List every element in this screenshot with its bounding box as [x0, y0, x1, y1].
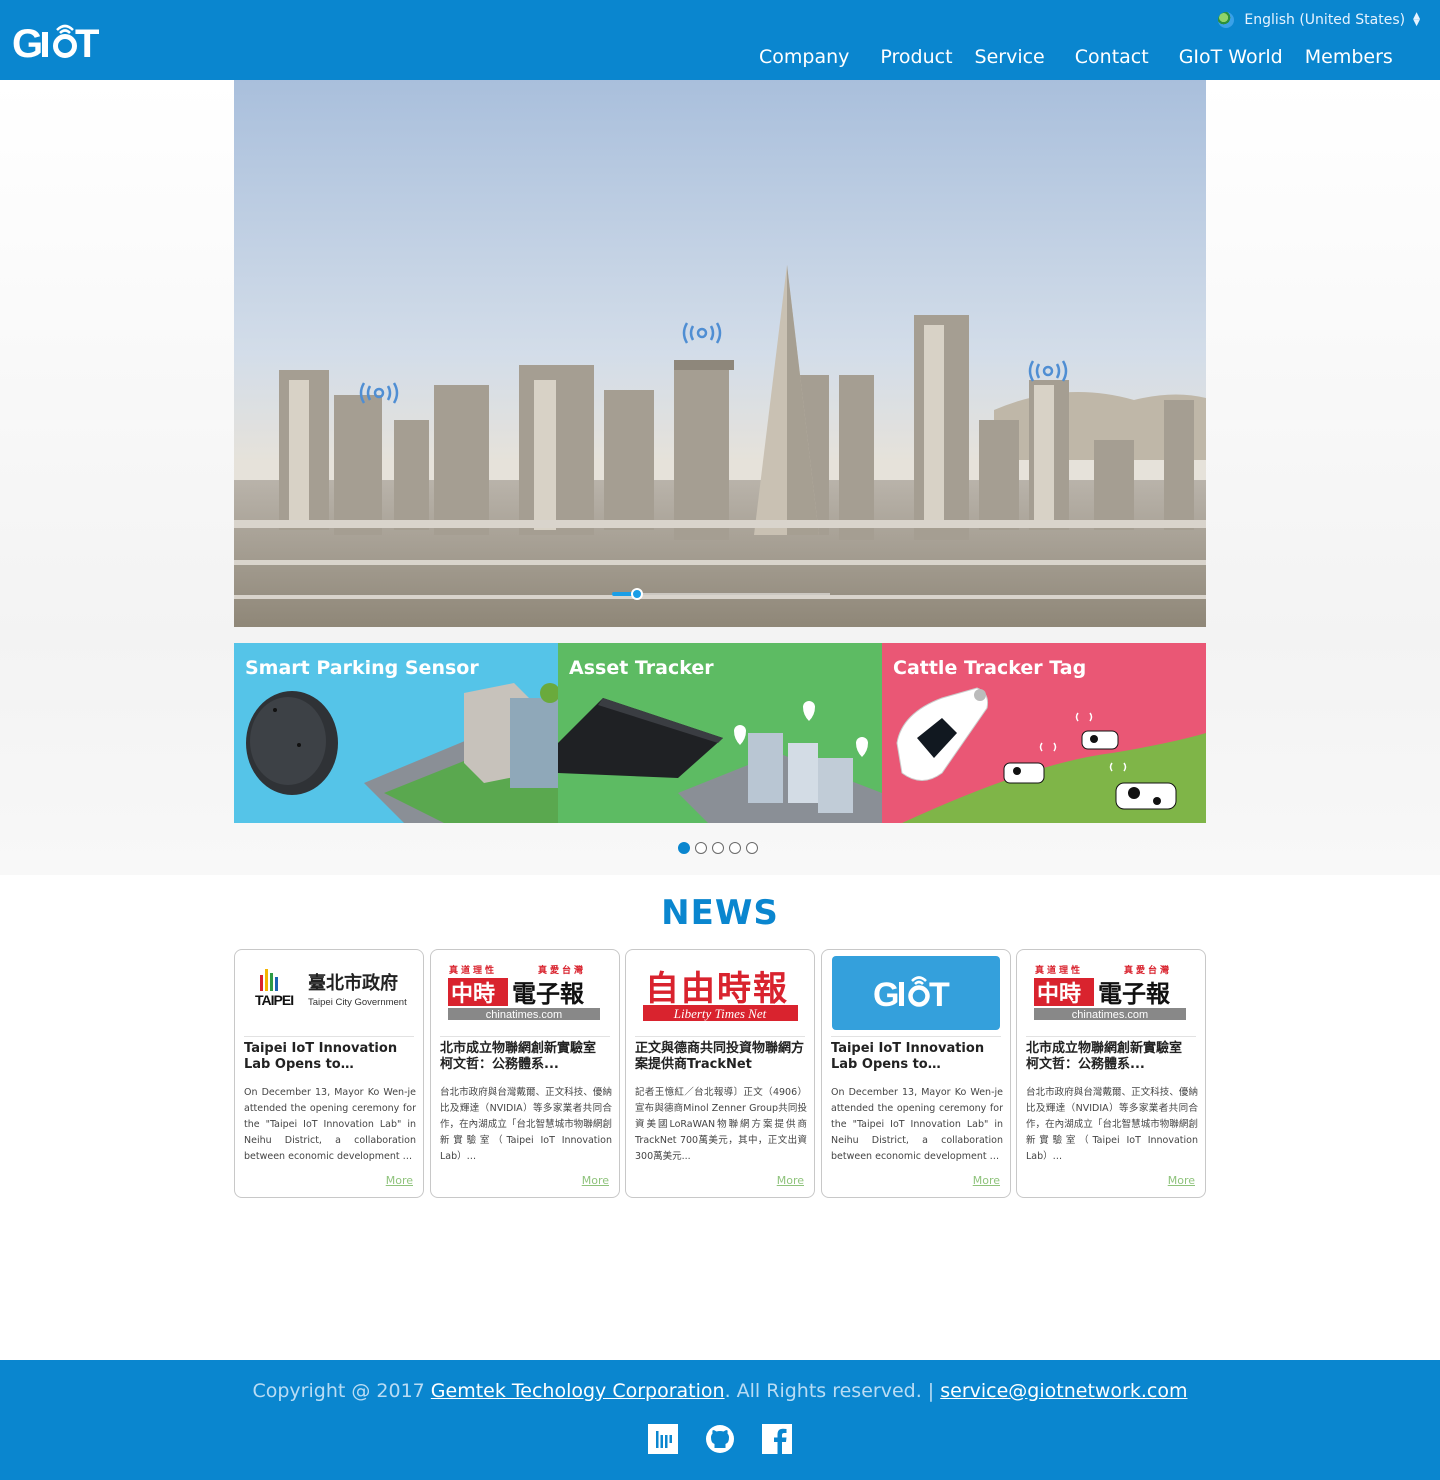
- copyright-line: Copyright @ 2017 Gemtek Techology Corpor…: [0, 1380, 1440, 1402]
- carousel-dot[interactable]: [678, 842, 690, 854]
- gitter-icon[interactable]: [648, 1424, 678, 1454]
- hero-city-image: [234, 80, 1206, 627]
- news-card-summary: On December 13, Mayor Ko Wen-je attended…: [244, 1087, 416, 1162]
- card-divider: [831, 1036, 1001, 1037]
- svg-text:chinatimes.com: chinatimes.com: [1072, 1009, 1148, 1021]
- card-divider: [440, 1036, 610, 1037]
- svg-text:T: T: [929, 976, 950, 1014]
- card-divider: [244, 1036, 414, 1037]
- github-icon[interactable]: [705, 1424, 735, 1454]
- svg-text:T: T: [75, 22, 99, 62]
- svg-text:電子報: 電子報: [1098, 980, 1171, 1008]
- main-nav: Company Product Service Contact GIoT Wor…: [750, 46, 1393, 68]
- facebook-icon[interactable]: [762, 1424, 792, 1454]
- news-card-summary: On December 13, Mayor Ko Wen-je attended…: [831, 1087, 1003, 1162]
- svg-text:Taipei City Government: Taipei City Government: [308, 997, 407, 1008]
- news-card-title[interactable]: 正文與德商共同投資物聯網方案提供商TrackNet: [635, 1041, 807, 1073]
- language-label: English (United States): [1244, 12, 1406, 28]
- tile-cattle-tracker-tag[interactable]: Cattle Tracker Tag: [882, 643, 1206, 823]
- carousel-dot[interactable]: [729, 842, 741, 854]
- svg-text:中時: 中時: [451, 982, 495, 1007]
- carousel-dot[interactable]: [746, 842, 758, 854]
- product-tiles: Smart Parking Sensor Asset Tracker Cattl…: [234, 643, 1206, 823]
- taipei-city-government-logo: TAIPEI 臺北市政府 Taipei City Government: [244, 955, 414, 1031]
- svg-text:TAIPEI: TAIPEI: [255, 992, 293, 1008]
- news-grid: TAIPEI 臺北市政府 Taipei City Government Taip…: [234, 949, 1206, 1198]
- tile-title: Asset Tracker: [569, 657, 714, 679]
- copyright-middle: . All Rights reserved. |: [724, 1380, 941, 1402]
- news-more-link[interactable]: More: [973, 1174, 1000, 1187]
- giot-news-logo: G T: [832, 956, 1000, 1030]
- email-link[interactable]: service@giotnetwork.com: [940, 1380, 1187, 1402]
- card-divider: [635, 1036, 805, 1037]
- news-more-link[interactable]: More: [386, 1174, 413, 1187]
- social-links: [648, 1424, 819, 1454]
- carousel-pagination: [678, 842, 763, 854]
- news-card-title[interactable]: Taipei IoT Innovation Lab Opens to…: [831, 1041, 1003, 1073]
- svg-text:真愛台灣: 真愛台灣: [1124, 964, 1172, 976]
- language-selector[interactable]: English (United States) ▲ ▼: [1218, 10, 1420, 30]
- news-more-link[interactable]: More: [777, 1174, 804, 1187]
- news-card: G T Taipei IoT Innovation Lab Opens to… …: [821, 949, 1011, 1198]
- nav-company[interactable]: Company: [759, 46, 849, 68]
- svg-text:臺北市政府: 臺北市政府: [308, 972, 398, 994]
- news-card-summary: 台北市政府與台灣戴爾、正文科技、優納比及輝達（NVIDIA）等多家業者共同合作，…: [440, 1087, 612, 1162]
- svg-text:中時: 中時: [1037, 982, 1081, 1007]
- news-card: 真道理性 真愛台灣 中時 電子報 chinatimes.com 北市成立物聯網創…: [430, 949, 620, 1198]
- nav-contact[interactable]: Contact: [1075, 46, 1149, 68]
- card-divider: [1026, 1036, 1196, 1037]
- nav-members[interactable]: Members: [1305, 46, 1393, 68]
- svg-text:自由時報: 自由時報: [645, 969, 789, 1009]
- carousel-dot[interactable]: [695, 842, 707, 854]
- news-card-summary: 台北市政府與台灣戴爾、正文科技、優納比及輝達（NVIDIA）等多家業者共同合作，…: [1026, 1087, 1198, 1162]
- updown-arrows-icon: ▲ ▼: [1413, 11, 1420, 28]
- company-link[interactable]: Gemtek Techology Corporation: [431, 1380, 725, 1402]
- site-header: G T English (United States) ▲ ▼ Company P…: [0, 0, 1440, 80]
- tile-asset-tracker[interactable]: Asset Tracker: [558, 643, 882, 823]
- news-card: 自由時報 Liberty Times Net 正文與德商共同投資物聯網方案提供商…: [625, 949, 815, 1198]
- news-card-title[interactable]: 北市成立物聯網創新實驗室 柯文哲：公務體系...: [440, 1041, 612, 1073]
- svg-text:G: G: [12, 22, 43, 62]
- nav-giot-world[interactable]: GIoT World: [1179, 46, 1283, 68]
- news-more-link[interactable]: More: [1168, 1174, 1195, 1187]
- svg-text:電子報: 電子報: [512, 980, 585, 1008]
- svg-text:真愛台灣: 真愛台灣: [538, 964, 586, 976]
- svg-text:真道理性: 真道理性: [1035, 964, 1083, 976]
- news-card: 真道理性 真愛台灣 中時 電子報 chinatimes.com 北市成立物聯網創…: [1016, 949, 1206, 1198]
- news-card: TAIPEI 臺北市政府 Taipei City Government Taip…: [234, 949, 424, 1198]
- liberty-times-logo: 自由時報 Liberty Times Net: [635, 955, 805, 1031]
- chinatimes-logo: 真道理性 真愛台灣 中時 電子報 chinatimes.com: [440, 955, 610, 1031]
- svg-text:真道理性: 真道理性: [449, 964, 497, 976]
- carousel-dot[interactable]: [712, 842, 724, 854]
- tile-smart-parking-sensor[interactable]: Smart Parking Sensor: [234, 643, 558, 823]
- svg-text:chinatimes.com: chinatimes.com: [486, 1009, 562, 1021]
- news-card-summary: 記者王憶紅／台北報導〕正文（4906）宣布與德商Minol Zenner Gro…: [635, 1087, 807, 1162]
- copyright-prefix: Copyright @ 2017: [252, 1380, 431, 1402]
- svg-text:G: G: [873, 976, 899, 1014]
- chinatimes-logo: 真道理性 真愛台灣 中時 電子報 chinatimes.com: [1026, 955, 1196, 1031]
- tile-title: Smart Parking Sensor: [245, 657, 479, 679]
- nav-product[interactable]: Product: [880, 46, 952, 68]
- hero-slider-track[interactable]: [612, 593, 830, 595]
- site-footer: Copyright @ 2017 Gemtek Techology Corpor…: [0, 1360, 1440, 1480]
- hero-slider-handle[interactable]: [631, 588, 643, 600]
- news-card-title[interactable]: 北市成立物聯網創新實驗室 柯文哲：公務體系...: [1026, 1041, 1198, 1073]
- tile-title: Cattle Tracker Tag: [893, 657, 1087, 679]
- globe-icon: [1218, 12, 1235, 28]
- news-card-title[interactable]: Taipei IoT Innovation Lab Opens to…: [244, 1041, 416, 1073]
- svg-text:Liberty Times Net: Liberty Times Net: [673, 1006, 767, 1021]
- news-more-link[interactable]: More: [582, 1174, 609, 1187]
- giot-logo[interactable]: G T: [12, 18, 112, 62]
- news-heading: NEWS: [661, 893, 779, 933]
- nav-service[interactable]: Service: [975, 46, 1045, 68]
